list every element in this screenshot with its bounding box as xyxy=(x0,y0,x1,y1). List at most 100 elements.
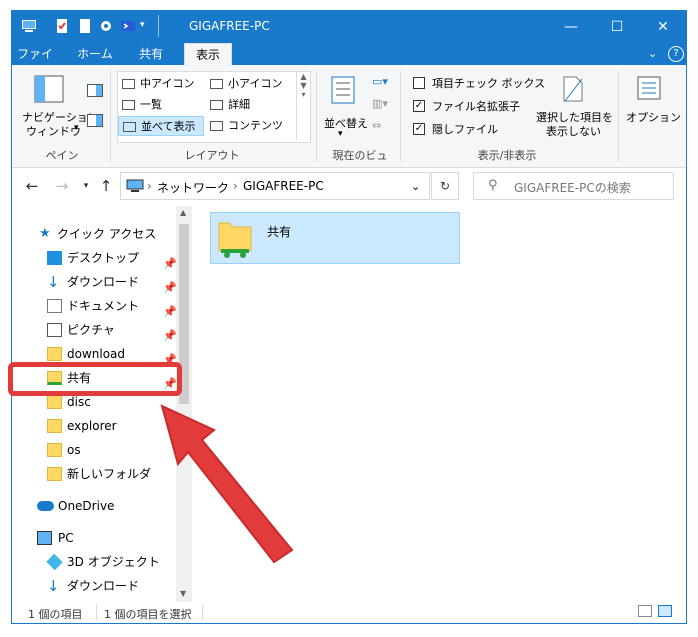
group-by-icon[interactable]: ▭▾ xyxy=(372,75,388,88)
sidebar-item-label: ダウンロード xyxy=(67,579,140,593)
size-columns-icon[interactable]: ⇔ xyxy=(372,119,381,132)
layout-medium-icons-label: 中アイコン xyxy=(140,77,195,90)
window-title: GIGAFREE-PC xyxy=(189,19,270,33)
preview-pane-icon[interactable] xyxy=(87,84,103,97)
close-button[interactable]: ✕ xyxy=(640,11,686,43)
minimize-button[interactable]: — xyxy=(548,11,594,43)
hide-selected-icon[interactable] xyxy=(562,75,584,103)
ribbon-separator xyxy=(110,71,111,161)
sidebar-item-label: os xyxy=(67,443,81,457)
folder-icon xyxy=(47,419,62,433)
navigation-pane-icon[interactable] xyxy=(34,75,64,103)
ribbon-separator xyxy=(618,71,619,161)
refresh-button[interactable]: ↻ xyxy=(431,172,459,200)
back-button[interactable]: ← xyxy=(22,176,42,196)
scroll-up-icon[interactable]: ▲ xyxy=(180,208,186,217)
collapse-ribbon-icon[interactable]: ⌄ xyxy=(648,47,657,60)
content-icon xyxy=(210,121,223,131)
ribbon-separator xyxy=(316,71,317,161)
tab-file[interactable]: ファイル xyxy=(12,43,58,83)
address-row: ← → ▾ ↑ › ネットワーク › GIGAFREE-PC ⌄ ↻ ⚲ GIG… xyxy=(12,168,686,204)
add-columns-icon[interactable]: ▥▾ xyxy=(372,97,388,110)
tiles-icon xyxy=(123,122,136,132)
layout-scroll[interactable]: ▲ ▼ ▾ xyxy=(296,72,310,140)
tab-home[interactable]: ホーム xyxy=(70,43,120,65)
layout-small-icons-label: 小アイコン xyxy=(228,77,283,90)
medium-icons-icon xyxy=(122,79,135,89)
address-dropdown-icon[interactable]: ⌄ xyxy=(411,180,420,193)
show-hide-group-label: 表示/非表示 xyxy=(477,149,537,162)
download-arrow-icon: ↓ xyxy=(47,273,60,291)
onedrive-label: OneDrive xyxy=(58,499,115,513)
address-bar[interactable]: › ネットワーク › GIGAFREE-PC ⌄ xyxy=(120,172,430,200)
search-box[interactable]: ⚲ GIGAFREE-PCの検索 xyxy=(473,172,674,200)
pane-group-label: ペイン xyxy=(45,149,79,162)
item-checkbox-toggle[interactable] xyxy=(413,77,425,89)
maximize-button[interactable]: ☐ xyxy=(594,11,640,43)
file-ext-label: ファイル名拡張子 xyxy=(432,100,520,113)
sidebar-item-documents[interactable]: ドキュメント 📌 xyxy=(12,294,177,318)
tab-view[interactable]: 表示 xyxy=(184,43,232,65)
pictures-icon xyxy=(47,323,62,337)
tab-share[interactable]: 共有 xyxy=(128,43,174,65)
download-arrow-icon: ↓ xyxy=(47,577,60,595)
folder-icon xyxy=(47,395,62,409)
properties-icon[interactable] xyxy=(54,18,70,34)
file-name: 共有 xyxy=(267,225,292,239)
sidebar-item-label: explorer xyxy=(67,419,117,433)
sidebar-quick-access[interactable]: ★ クイック アクセス xyxy=(12,222,177,246)
sidebar-item-pc-downloads[interactable]: ↓ ダウンロード xyxy=(12,574,177,598)
file-tile[interactable]: 共有 xyxy=(210,212,460,264)
layout-tiles[interactable]: 並べて表示 xyxy=(118,116,204,136)
layout-content-label: コンテンツ xyxy=(228,119,283,132)
details-icon xyxy=(210,100,223,110)
gear-icon[interactable] xyxy=(98,18,114,34)
scroll-down-icon[interactable]: ▼ xyxy=(180,589,186,598)
navigation-pane-label2[interactable]: ウィンドウ xyxy=(26,123,81,139)
sidebar-item-downloads[interactable]: ↓ ダウンロード 📌 xyxy=(12,270,177,295)
sort-by-icon[interactable] xyxy=(330,75,356,105)
options-label[interactable]: オプション xyxy=(626,109,681,125)
new-folder-icon[interactable] xyxy=(77,18,93,34)
sidebar-item-label: ドキュメント xyxy=(67,299,140,313)
layout-tiles-label: 並べて表示 xyxy=(141,120,196,133)
sidebar-item-pictures[interactable]: ピクチャ 📌 xyxy=(12,318,177,342)
network-folder-icon xyxy=(218,222,252,258)
selected-count: 1 個の項目を選択 xyxy=(104,608,192,621)
status-separator xyxy=(202,604,203,620)
folder-icon xyxy=(47,347,62,361)
hide-selected-label2[interactable]: 表示しない xyxy=(546,123,601,139)
forward-button[interactable]: → xyxy=(52,176,72,196)
recent-locations-button[interactable]: ▾ xyxy=(76,176,96,196)
customize-toolbar-icon[interactable]: ▾ xyxy=(140,20,156,36)
layout-list-label: 一覧 xyxy=(140,98,162,111)
options-icon[interactable] xyxy=(636,75,662,101)
breadcrumb-network[interactable]: ネットワーク xyxy=(157,179,229,196)
explorer-window: ▾ GIGAFREE-PC — ☐ ✕ ファイル ホーム 共有 表示 ⌄ ? ナ… xyxy=(11,10,687,624)
hidden-items-label: 隠しファイル xyxy=(432,123,498,136)
ribbon-separator xyxy=(400,71,401,161)
nav-pane-dropdown-icon[interactable]: ▾ xyxy=(74,123,79,133)
desktop-icon xyxy=(47,251,62,265)
breadcrumb-gigafree-pc[interactable]: GIGAFREE-PC xyxy=(243,179,324,193)
list-icon xyxy=(122,100,135,110)
quick-access-label: クイック アクセス xyxy=(57,227,157,241)
hidden-items-toggle[interactable]: ✓ xyxy=(413,123,425,135)
up-button[interactable]: ↑ xyxy=(96,176,116,196)
large-icons-view-icon[interactable] xyxy=(658,605,672,617)
sidebar-item-desktop[interactable]: デスクトップ 📌 xyxy=(12,246,177,270)
annotation-arrow-icon xyxy=(160,404,294,564)
help-icon[interactable]: ? xyxy=(668,46,684,62)
folder-icon xyxy=(47,467,62,481)
sort-dropdown-icon[interactable]: ▾ xyxy=(338,129,343,139)
status-bar: 1 個の項目 1 個の項目を選択 xyxy=(12,602,686,623)
details-view-icon[interactable] xyxy=(638,605,652,617)
file-ext-toggle[interactable]: ✓ xyxy=(413,100,425,112)
powershell-icon[interactable] xyxy=(120,18,136,34)
title-bar: ▾ GIGAFREE-PC — ☐ ✕ xyxy=(12,11,686,43)
highlight-box xyxy=(8,362,182,396)
sort-by-label[interactable]: 並べ替え xyxy=(324,115,368,131)
details-pane-icon[interactable] xyxy=(87,114,103,127)
pc-icon[interactable] xyxy=(21,18,37,34)
layout-group-label: レイアウト xyxy=(184,149,240,162)
